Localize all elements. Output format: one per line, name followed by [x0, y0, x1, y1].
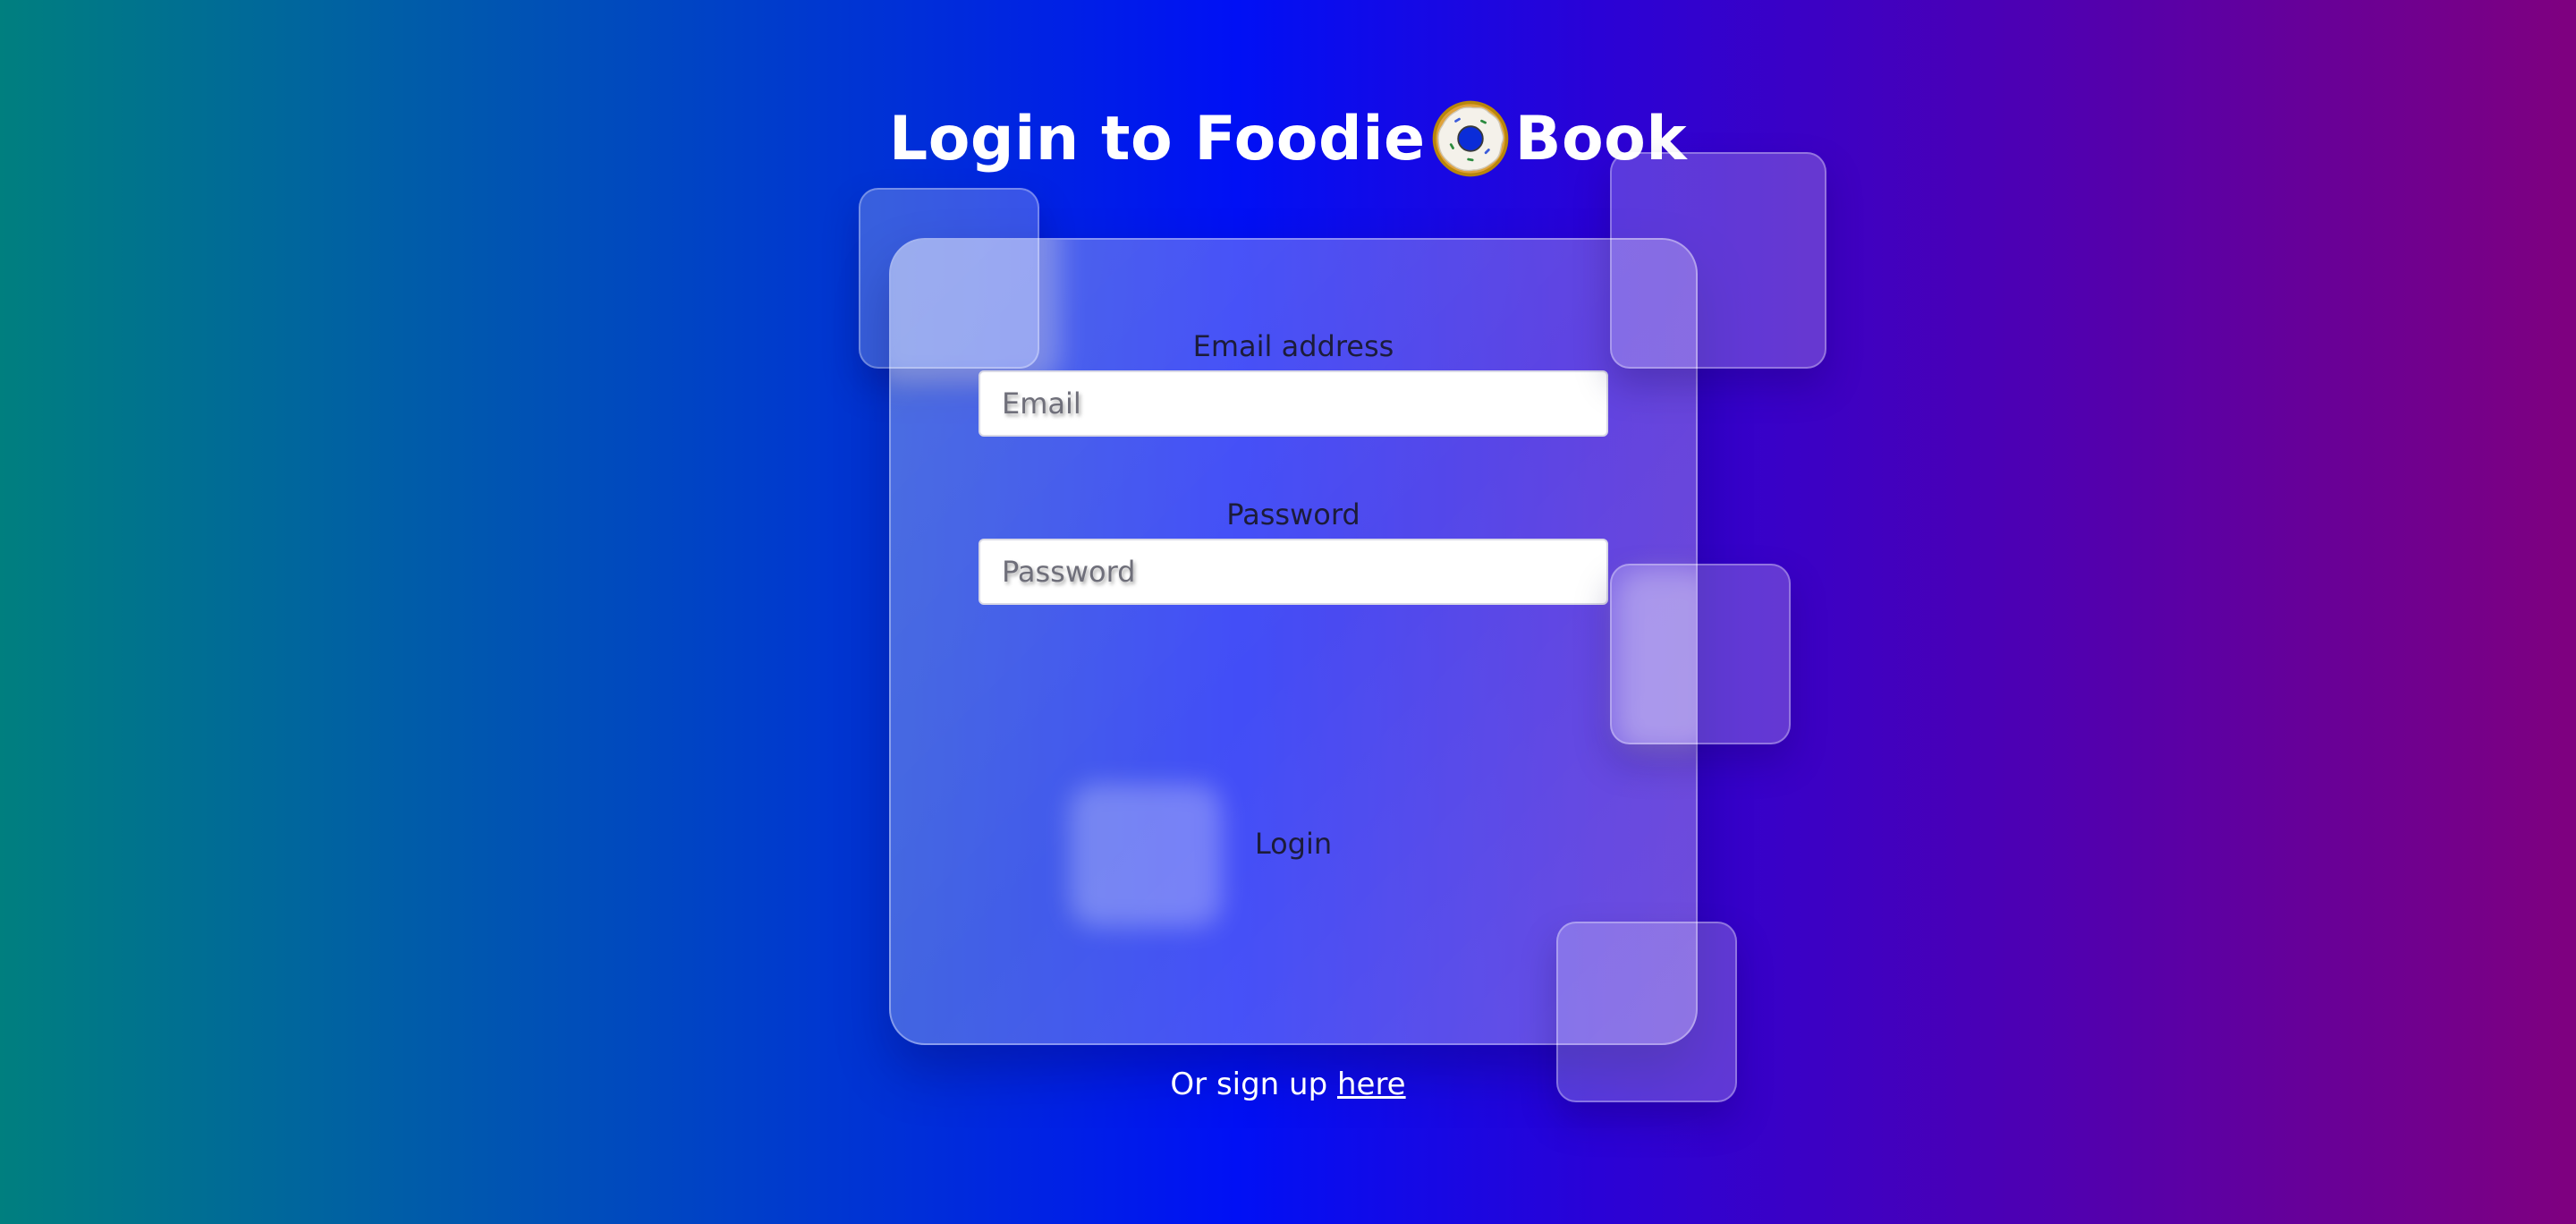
password-field[interactable] [979, 539, 1608, 605]
signup-link[interactable]: here [1337, 1067, 1406, 1102]
password-label: Password [1226, 497, 1360, 531]
email-field[interactable] [979, 370, 1608, 437]
login-button[interactable]: Login [1186, 812, 1401, 875]
signup-prompt: Or sign up here [0, 1067, 2576, 1102]
page-title: Login to Foodie Book [0, 89, 2576, 188]
glass-square-top-right [1610, 152, 1826, 369]
glass-square-middle-right [1610, 564, 1791, 744]
donut-icon [1432, 100, 1508, 177]
title-text-start: Login to Foodie [888, 103, 1426, 174]
email-label: Email address [1192, 329, 1394, 363]
signup-text: Or sign up [1170, 1067, 1328, 1102]
